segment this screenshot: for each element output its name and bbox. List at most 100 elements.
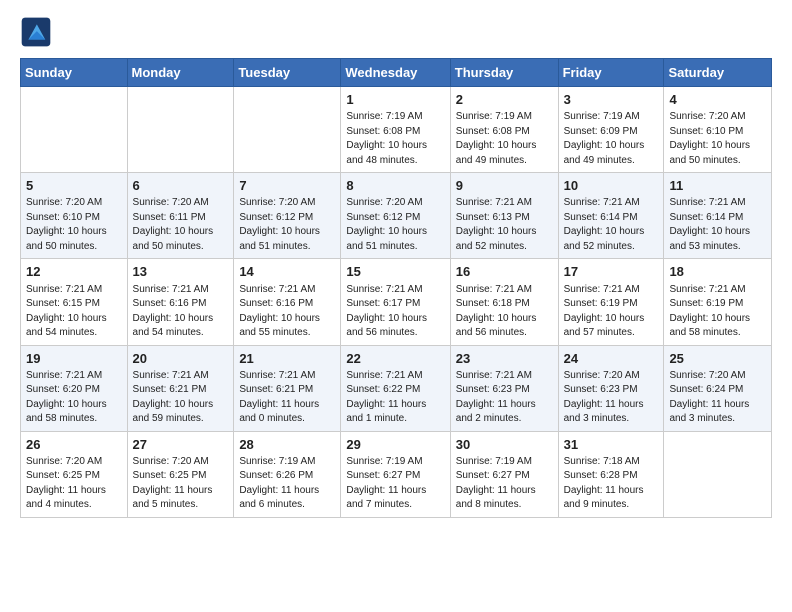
calendar-day-cell: 28Sunrise: 7:19 AM Sunset: 6:26 PM Dayli… <box>234 431 341 517</box>
day-number: 30 <box>456 436 553 454</box>
day-info: Sunrise: 7:21 AM Sunset: 6:16 PM Dayligh… <box>239 283 335 341</box>
day-number: 12 <box>26 263 122 281</box>
day-number: 26 <box>26 436 122 454</box>
day-info: Sunrise: 7:19 AM Sunset: 6:09 PM Dayligh… <box>564 110 659 168</box>
day-info: Sunrise: 7:21 AM Sunset: 6:20 PM Dayligh… <box>26 369 122 427</box>
day-number: 18 <box>669 263 766 281</box>
day-number: 10 <box>564 177 659 195</box>
day-number: 27 <box>133 436 229 454</box>
calendar-day-cell: 12 Sunrise: 7:21 AM Sunset: 6:15 PM Dayli… <box>21 259 128 345</box>
calendar-day-cell: 6Sunrise: 7:20 AM Sunset: 6:11 PM Daylig… <box>127 173 234 259</box>
day-info: Sunrise: 7:20 AM Sunset: 6:10 PM Dayligh… <box>26 196 122 254</box>
calendar-day-cell: 20Sunrise: 7:21 AM Sunset: 6:21 PM Dayli… <box>127 345 234 431</box>
calendar-week-row: 19Sunrise: 7:21 AM Sunset: 6:20 PM Dayli… <box>21 345 772 431</box>
calendar-day-cell: 5Sunrise: 7:20 AM Sunset: 6:10 PM Daylig… <box>21 173 128 259</box>
calendar-day-cell: 7Sunrise: 7:20 AM Sunset: 6:12 PM Daylig… <box>234 173 341 259</box>
calendar-day-cell: 10Sunrise: 7:21 AM Sunset: 6:14 PM Dayli… <box>558 173 664 259</box>
logo <box>20 16 56 48</box>
calendar-header-row: SundayMondayTuesdayWednesdayThursdayFrid… <box>21 59 772 87</box>
logo-icon <box>20 16 52 48</box>
calendar-day-cell: 25Sunrise: 7:20 AM Sunset: 6:24 PM Dayli… <box>664 345 772 431</box>
calendar-header-saturday: Saturday <box>664 59 772 87</box>
header <box>20 16 772 48</box>
day-info: Sunrise: 7:21 AM Sunset: 6:19 PM Dayligh… <box>669 283 766 341</box>
day-info: Sunrise: 7:21 AM Sunset: 6:23 PM Dayligh… <box>456 369 553 427</box>
day-number: 8 <box>346 177 444 195</box>
calendar-day-cell: 26Sunrise: 7:20 AM Sunset: 6:25 PM Dayli… <box>21 431 128 517</box>
calendar-week-row: 12 Sunrise: 7:21 AM Sunset: 6:15 PM Dayli… <box>21 259 772 345</box>
calendar-day-cell: 8Sunrise: 7:20 AM Sunset: 6:12 PM Daylig… <box>341 173 450 259</box>
day-number: 5 <box>26 177 122 195</box>
day-info: Sunrise: 7:21 AM Sunset: 6:18 PM Dayligh… <box>456 283 553 341</box>
calendar-table: SundayMondayTuesdayWednesdayThursdayFrid… <box>20 58 772 518</box>
day-info: Sunrise: 7:19 AM Sunset: 6:27 PM Dayligh… <box>456 455 553 513</box>
calendar-day-cell: 3Sunrise: 7:19 AM Sunset: 6:09 PM Daylig… <box>558 87 664 173</box>
day-number: 19 <box>26 350 122 368</box>
calendar-header-wednesday: Wednesday <box>341 59 450 87</box>
day-number: 4 <box>669 91 766 109</box>
day-info: Sunrise: 7:19 AM Sunset: 6:27 PM Dayligh… <box>346 455 444 513</box>
day-info: Sunrise: 7:21 AM Sunset: 6:21 PM Dayligh… <box>133 369 229 427</box>
day-info: Sunrise: 7:21 AM Sunset: 6:19 PM Dayligh… <box>564 283 659 341</box>
calendar-day-cell <box>127 87 234 173</box>
day-number: 28 <box>239 436 335 454</box>
day-info: Sunrise: 7:21 AM Sunset: 6:22 PM Dayligh… <box>346 369 444 427</box>
calendar-week-row: 1Sunrise: 7:19 AM Sunset: 6:08 PM Daylig… <box>21 87 772 173</box>
day-number: 16 <box>456 263 553 281</box>
day-number: 2 <box>456 91 553 109</box>
day-info: Sunrise: 7:20 AM Sunset: 6:12 PM Dayligh… <box>239 196 335 254</box>
calendar-day-cell: 29Sunrise: 7:19 AM Sunset: 6:27 PM Dayli… <box>341 431 450 517</box>
calendar-day-cell: 1Sunrise: 7:19 AM Sunset: 6:08 PM Daylig… <box>341 87 450 173</box>
page: SundayMondayTuesdayWednesdayThursdayFrid… <box>0 0 792 612</box>
day-info: Sunrise: 7:21 AM Sunset: 6:21 PM Dayligh… <box>239 369 335 427</box>
day-info: Sunrise: 7:18 AM Sunset: 6:28 PM Dayligh… <box>564 455 659 513</box>
day-info: Sunrise: 7:21 AM Sunset: 6:16 PM Dayligh… <box>133 283 229 341</box>
calendar-day-cell: 21Sunrise: 7:21 AM Sunset: 6:21 PM Dayli… <box>234 345 341 431</box>
day-info: Sunrise: 7:19 AM Sunset: 6:26 PM Dayligh… <box>239 455 335 513</box>
calendar-day-cell: 2Sunrise: 7:19 AM Sunset: 6:08 PM Daylig… <box>450 87 558 173</box>
calendar-week-row: 5Sunrise: 7:20 AM Sunset: 6:10 PM Daylig… <box>21 173 772 259</box>
calendar-day-cell: 18 Sunrise: 7:21 AM Sunset: 6:19 PM Dayli… <box>664 259 772 345</box>
calendar-day-cell: 22Sunrise: 7:21 AM Sunset: 6:22 PM Dayli… <box>341 345 450 431</box>
calendar-day-cell <box>21 87 128 173</box>
calendar-header-thursday: Thursday <box>450 59 558 87</box>
calendar-day-cell <box>664 431 772 517</box>
day-info: Sunrise: 7:19 AM Sunset: 6:08 PM Dayligh… <box>346 110 444 168</box>
day-number: 24 <box>564 350 659 368</box>
day-info: Sunrise: 7:19 AM Sunset: 6:08 PM Dayligh… <box>456 110 553 168</box>
calendar-header-tuesday: Tuesday <box>234 59 341 87</box>
calendar-day-cell: 17 Sunrise: 7:21 AM Sunset: 6:19 PM Dayli… <box>558 259 664 345</box>
calendar-day-cell: 13 Sunrise: 7:21 AM Sunset: 6:16 PM Dayli… <box>127 259 234 345</box>
day-number: 11 <box>669 177 766 195</box>
calendar-day-cell: 23Sunrise: 7:21 AM Sunset: 6:23 PM Dayli… <box>450 345 558 431</box>
calendar-day-cell: 4Sunrise: 7:20 AM Sunset: 6:10 PM Daylig… <box>664 87 772 173</box>
day-number: 15 <box>346 263 444 281</box>
calendar-header-sunday: Sunday <box>21 59 128 87</box>
day-info: Sunrise: 7:21 AM Sunset: 6:17 PM Dayligh… <box>346 283 444 341</box>
day-info: Sunrise: 7:20 AM Sunset: 6:12 PM Dayligh… <box>346 196 444 254</box>
day-number: 20 <box>133 350 229 368</box>
day-number: 9 <box>456 177 553 195</box>
calendar-day-cell <box>234 87 341 173</box>
day-info: Sunrise: 7:20 AM Sunset: 6:10 PM Dayligh… <box>669 110 766 168</box>
calendar-day-cell: 30Sunrise: 7:19 AM Sunset: 6:27 PM Dayli… <box>450 431 558 517</box>
calendar-day-cell: 15 Sunrise: 7:21 AM Sunset: 6:17 PM Dayli… <box>341 259 450 345</box>
calendar-day-cell: 14 Sunrise: 7:21 AM Sunset: 6:16 PM Dayli… <box>234 259 341 345</box>
day-number: 23 <box>456 350 553 368</box>
day-number: 29 <box>346 436 444 454</box>
calendar-week-row: 26 Sunrise: 7:20 AM Sunset: 6:25 PM Dayli… <box>21 431 772 517</box>
calendar-header-monday: Monday <box>127 59 234 87</box>
day-info: Sunrise: 7:21 AM Sunset: 6:15 PM Dayligh… <box>26 283 122 341</box>
day-info: Sunrise: 7:21 AM Sunset: 6:13 PM Dayligh… <box>456 196 553 254</box>
calendar-day-cell: 24Sunrise: 7:20 AM Sunset: 6:23 PM Dayli… <box>558 345 664 431</box>
calendar-day-cell: 27Sunrise: 7:20 AM Sunset: 6:25 PM Dayli… <box>127 431 234 517</box>
calendar-day-cell: 9Sunrise: 7:21 AM Sunset: 6:13 PM Daylig… <box>450 173 558 259</box>
day-number: 22 <box>346 350 444 368</box>
day-info: Sunrise: 7:20 AM Sunset: 6:25 PM Dayligh… <box>133 455 229 513</box>
day-number: 14 <box>239 263 335 281</box>
day-number: 3 <box>564 91 659 109</box>
day-number: 17 <box>564 263 659 281</box>
day-info: Sunrise: 7:20 AM Sunset: 6:23 PM Dayligh… <box>564 369 659 427</box>
day-number: 13 <box>133 263 229 281</box>
day-number: 7 <box>239 177 335 195</box>
